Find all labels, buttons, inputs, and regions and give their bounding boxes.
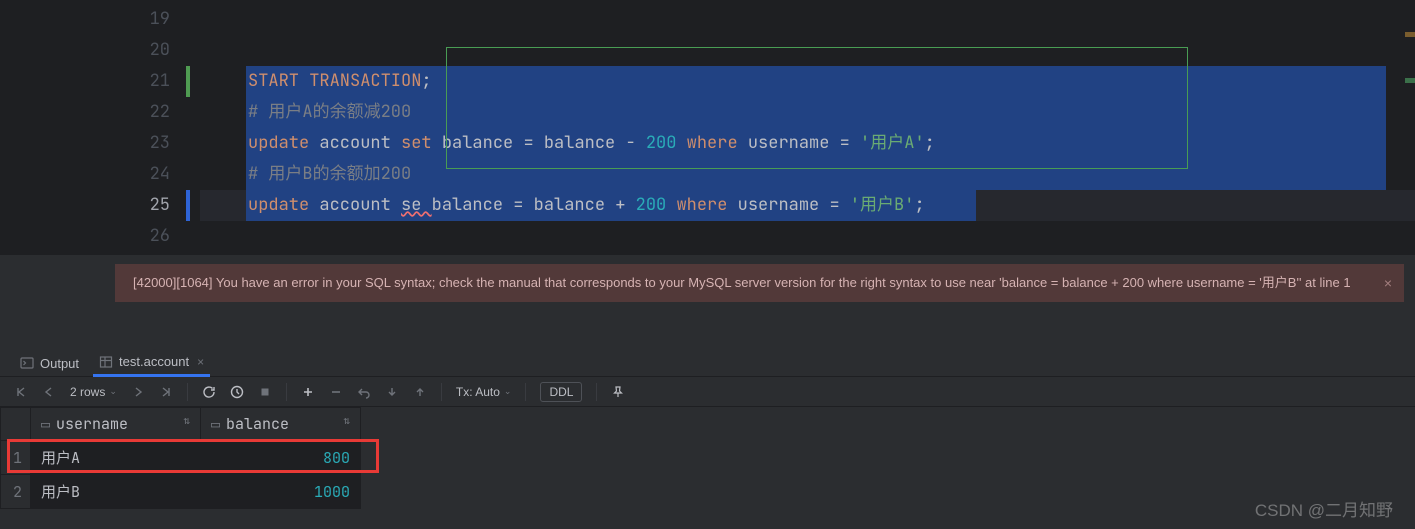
close-icon[interactable]: ×	[1384, 274, 1392, 292]
row-number: 1	[1, 441, 31, 475]
corner-cell	[1, 408, 31, 441]
marker-ok	[1405, 78, 1415, 83]
code-editor[interactable]: 19 20 21 22 23 24 25 26 START TRANSACTIO…	[0, 0, 1415, 255]
sql-ident: balance	[534, 132, 626, 154]
sql-error-token: se	[401, 194, 432, 216]
close-icon[interactable]: ×	[197, 355, 204, 369]
first-page-button[interactable]	[14, 385, 28, 399]
sql-string: '用户A'	[850, 132, 925, 154]
prev-page-button[interactable]	[42, 385, 56, 399]
sql-number: 200	[625, 194, 676, 216]
column-icon: ▭	[41, 414, 50, 434]
cell-username[interactable]: 用户A	[31, 441, 201, 475]
sort-icon[interactable]: ⇅	[183, 414, 190, 428]
stop-button[interactable]	[258, 385, 272, 399]
sql-punct: ;	[421, 70, 431, 92]
submit-button[interactable]	[413, 385, 427, 399]
sql-keyword: TRANSACTION	[299, 70, 421, 92]
column-label: username	[56, 414, 128, 434]
result-grid-wrapper: ▭ username ⇅ ▭ balance ⇅ 1 用户A 800 2 用户B 100…	[0, 407, 1415, 509]
sql-comment: # 用户A的余额减200	[248, 101, 411, 123]
table-row[interactable]: 1 用户A 800	[1, 441, 361, 475]
tx-mode-dropdown[interactable]: Tx: Auto ⌄	[456, 385, 512, 399]
reload-button[interactable]	[202, 385, 216, 399]
sql-ident: account	[309, 132, 401, 154]
ddl-label: DDL	[549, 385, 573, 399]
auto-commit-button[interactable]	[230, 385, 244, 399]
delete-row-button[interactable]	[329, 385, 343, 399]
sql-keyword: set	[401, 132, 432, 154]
line-number: 22	[0, 97, 200, 128]
cell-balance[interactable]: 800	[201, 441, 361, 475]
sql-ident: balance	[432, 194, 514, 216]
tab-test-account[interactable]: test.account ×	[93, 350, 210, 377]
add-row-button[interactable]	[301, 385, 315, 399]
data-grid-toolbar: 2 rows ⌄ Tx: Auto ⌄ DDL	[0, 377, 1415, 407]
tab-label: Output	[40, 356, 79, 371]
row-count-dropdown[interactable]: 2 rows ⌄	[70, 385, 117, 399]
code-content[interactable]: START TRANSACTION; # 用户A的余额减200 update a…	[200, 0, 1415, 255]
sql-op: -	[625, 132, 635, 154]
column-label: balance	[226, 414, 289, 434]
sql-punct: ;	[914, 194, 924, 216]
sql-keyword: update	[248, 194, 309, 216]
result-tabs: Output test.account ×	[0, 350, 1415, 377]
revert-button[interactable]	[357, 385, 371, 399]
line-number: 21	[0, 66, 200, 97]
sql-punct: ;	[925, 132, 935, 154]
line-number-gutter: 19 20 21 22 23 24 25 26	[0, 0, 200, 255]
line-number: 24	[0, 159, 200, 190]
header-row: ▭ username ⇅ ▭ balance ⇅	[1, 408, 361, 441]
commit-button[interactable]	[385, 385, 399, 399]
next-page-button[interactable]	[131, 385, 145, 399]
sql-ident: balance	[523, 194, 615, 216]
sql-comment: # 用户B的余额加200	[248, 163, 411, 185]
cell-username[interactable]: 用户B	[31, 475, 201, 509]
row-count-label: 2 rows	[70, 385, 105, 399]
line-number: 20	[0, 35, 200, 66]
error-message: [42000][1064] You have an error in your …	[133, 275, 1351, 290]
tab-output[interactable]: Output	[14, 350, 85, 377]
sql-op: =	[840, 132, 850, 154]
sql-ident: username	[727, 194, 829, 216]
column-header-username[interactable]: ▭ username ⇅	[31, 408, 201, 441]
cell-balance[interactable]: 1000	[201, 475, 361, 509]
error-notification: [42000][1064] You have an error in your …	[115, 264, 1404, 302]
column-header-balance[interactable]: ▭ balance ⇅	[201, 408, 361, 441]
tab-label: test.account	[119, 354, 189, 369]
marker-warning	[1405, 32, 1415, 37]
sql-op: +	[615, 194, 625, 216]
line-number: 26	[0, 221, 200, 252]
result-grid[interactable]: ▭ username ⇅ ▭ balance ⇅ 1 用户A 800 2 用户B 100…	[0, 407, 361, 509]
tx-mode-label: Tx: Auto	[456, 385, 500, 399]
line-number: 23	[0, 128, 200, 159]
sql-ident: balance	[432, 132, 524, 154]
sql-ident: username	[738, 132, 840, 154]
ddl-button[interactable]: DDL	[540, 382, 582, 402]
sql-number: 200	[636, 132, 687, 154]
sql-op: =	[513, 194, 523, 216]
sql-op: =	[523, 132, 533, 154]
sql-keyword: where	[676, 194, 727, 216]
line-number: 25	[0, 190, 200, 221]
last-page-button[interactable]	[159, 385, 173, 399]
table-row[interactable]: 2 用户B 1000	[1, 475, 361, 509]
line-number: 19	[0, 4, 200, 35]
sql-keyword: update	[248, 132, 309, 154]
terminal-icon	[20, 356, 34, 370]
row-number: 2	[1, 475, 31, 509]
table-icon	[99, 355, 113, 369]
pin-button[interactable]	[611, 385, 625, 399]
sql-keyword: START	[248, 70, 299, 92]
sql-ident: account	[309, 194, 401, 216]
sql-keyword: where	[687, 132, 738, 154]
sort-icon[interactable]: ⇅	[343, 414, 350, 428]
sql-op: =	[829, 194, 839, 216]
sql-string: '用户B'	[840, 194, 915, 216]
column-icon: ▭	[211, 414, 220, 434]
